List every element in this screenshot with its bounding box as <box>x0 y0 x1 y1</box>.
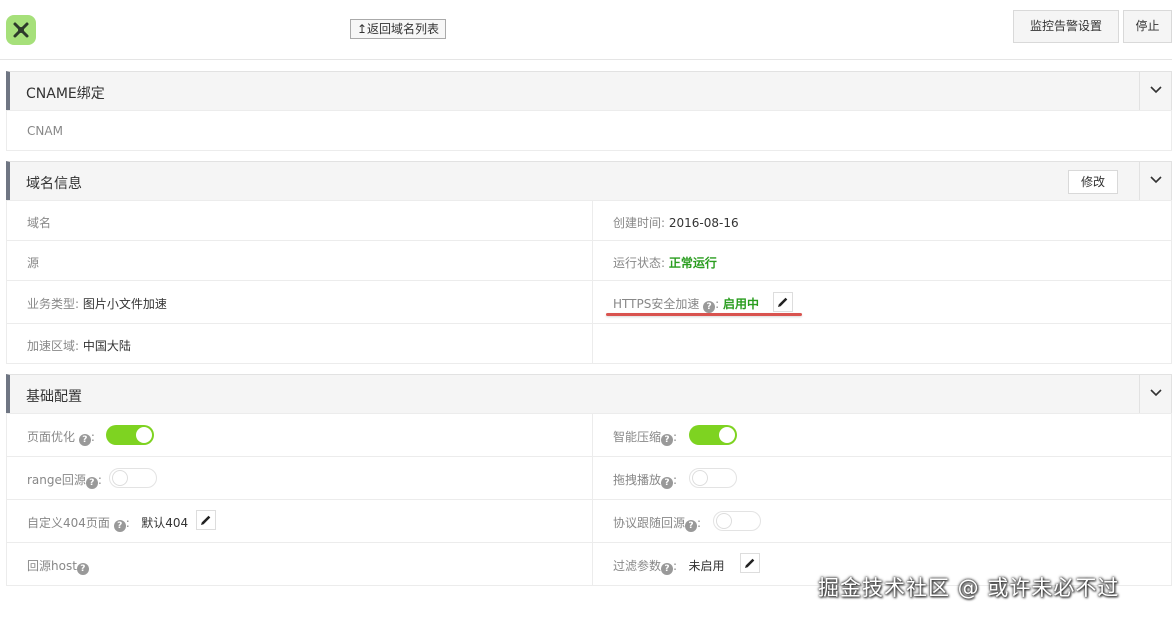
page-optimize-label: 页面优化 <box>27 430 76 444</box>
chevron-down-icon <box>1150 86 1162 94</box>
logo-icon <box>13 22 29 38</box>
basic-config-section-title: 基础配置 <box>26 389 82 405</box>
drag-play-field: 拖拽播放?: <box>613 473 678 489</box>
domain-name-row: 域名 <box>6 200 593 241</box>
drag-play-label: 拖拽播放 <box>613 473 662 487</box>
help-icon[interactable]: ? <box>85 477 98 489</box>
cname-section-title: CNAME绑定 <box>26 86 105 102</box>
run-status-row: 运行状态: 正常运行 <box>592 240 1172 281</box>
custom-404-label: 自定义404页面 <box>27 516 110 530</box>
created-time-row: 创建时间: 2016-08-16 <box>592 200 1172 241</box>
help-icon[interactable]: ? <box>113 520 126 532</box>
https-row: HTTPS安全加速 ?: 启用中 <box>592 280 1172 324</box>
run-status-value: 正常运行 <box>668 256 717 270</box>
smart-compress-field: 智能压缩?: <box>613 430 678 446</box>
origin-row: 源 <box>6 240 593 281</box>
app-logo <box>6 15 36 45</box>
filter-params-label: 过滤参数 <box>613 559 662 573</box>
cname-label: CNAM <box>27 124 63 138</box>
drag-play-row: 拖拽播放?: <box>592 456 1172 500</box>
chevron-down-icon <box>1150 389 1162 397</box>
domain-info-section-title: 域名信息 <box>26 176 82 192</box>
smart-compress-toggle[interactable] <box>689 425 737 445</box>
created-time-field: 创建时间: 2016-08-16 <box>613 214 739 231</box>
edit-custom-404-button[interactable] <box>196 510 216 530</box>
pencil-icon <box>201 515 211 525</box>
highlight-underline <box>606 313 802 316</box>
range-origin-row: range回源?: <box>6 456 593 500</box>
origin-host-field: 回源host? <box>27 557 89 575</box>
protocol-follow-label: 协议跟随回源 <box>613 516 686 530</box>
https-status-value: 启用中 <box>723 297 760 311</box>
stop-button[interactable]: 停止 <box>1123 10 1172 43</box>
region-field: 加速区域: 中国大陆 <box>27 337 131 354</box>
region-label: 加速区域: <box>27 339 83 353</box>
help-icon[interactable]: ? <box>661 434 674 446</box>
edit-domain-button[interactable]: 修改 <box>1068 170 1118 194</box>
help-icon[interactable]: ? <box>76 563 89 575</box>
custom-404-value: 默认404 <box>141 516 189 530</box>
origin-host-row: 回源host? <box>6 542 593 586</box>
https-label: HTTPS安全加速 <box>613 297 700 311</box>
help-icon[interactable]: ? <box>661 563 674 575</box>
collapse-toggle[interactable] <box>1139 72 1171 110</box>
range-origin-field: range回源?: <box>27 473 102 489</box>
business-type-label: 业务类型: <box>27 297 83 311</box>
domain-info-section-header[interactable]: 域名信息 修改 <box>6 161 1172 201</box>
collapse-toggle[interactable] <box>1139 375 1171 413</box>
run-status-label: 运行状态: <box>613 256 669 270</box>
drag-play-toggle[interactable] <box>689 468 737 488</box>
business-type-value: 图片小文件加速 <box>82 297 167 311</box>
monitor-alert-settings-button[interactable]: 监控告警设置 <box>1013 10 1119 43</box>
run-status-field: 运行状态: 正常运行 <box>613 254 717 271</box>
smart-compress-row: 智能压缩?: <box>592 413 1172 457</box>
help-icon[interactable]: ? <box>685 520 698 532</box>
filter-params-value: 未启用 <box>688 559 725 573</box>
collapse-toggle[interactable] <box>1139 162 1171 200</box>
https-field: HTTPS安全加速 ?: 启用中 <box>613 297 760 313</box>
edit-filter-params-button[interactable] <box>740 553 760 573</box>
help-icon[interactable]: ? <box>78 434 91 446</box>
cname-section-header[interactable]: CNAME绑定 <box>6 71 1172 111</box>
pencil-icon <box>745 558 755 568</box>
created-time-value: 2016-08-16 <box>668 216 739 230</box>
business-type-field: 业务类型: 图片小文件加速 <box>27 295 167 312</box>
cname-row: CNAM <box>6 110 1172 151</box>
top-bar: ↥返回域名列表 监控告警设置 停止 <box>0 0 1172 60</box>
custom-404-row: 自定义404页面 ?: 默认404 <box>6 499 593 543</box>
range-origin-label: range回源 <box>27 473 86 487</box>
empty-cell <box>592 323 1172 364</box>
page-optimize-field: 页面优化 ?: <box>27 430 95 446</box>
protocol-follow-toggle[interactable] <box>713 511 761 531</box>
watermark: 掘金技术社区 @ 或许未必不过 <box>818 576 1120 600</box>
origin-label: 源 <box>27 256 40 270</box>
custom-404-field: 自定义404页面 ?: 默认404 <box>27 516 189 532</box>
pencil-icon <box>778 297 788 307</box>
protocol-follow-row: 协议跟随回源?: <box>592 499 1172 543</box>
basic-config-section-header[interactable]: 基础配置 <box>6 374 1172 414</box>
page-optimize-toggle[interactable] <box>106 425 154 445</box>
region-value: 中国大陆 <box>82 339 131 353</box>
range-origin-toggle[interactable] <box>109 468 157 488</box>
business-type-row: 业务类型: 图片小文件加速 <box>6 280 593 324</box>
protocol-follow-field: 协议跟随回源?: <box>613 516 702 532</box>
help-icon[interactable]: ? <box>661 477 674 489</box>
domain-name-label: 域名 <box>27 216 52 230</box>
filter-params-field: 过滤参数?: 未启用 <box>613 559 725 575</box>
back-to-domain-list-button[interactable]: ↥返回域名列表 <box>350 19 447 39</box>
edit-https-button[interactable] <box>773 292 793 312</box>
chevron-down-icon <box>1150 176 1162 184</box>
help-icon[interactable]: ? <box>703 301 716 313</box>
created-time-label: 创建时间: <box>613 216 669 230</box>
origin-host-label: 回源host <box>27 559 77 573</box>
region-row: 加速区域: 中国大陆 <box>6 323 593 364</box>
smart-compress-label: 智能压缩 <box>613 430 662 444</box>
page-optimize-row: 页面优化 ?: <box>6 413 593 457</box>
